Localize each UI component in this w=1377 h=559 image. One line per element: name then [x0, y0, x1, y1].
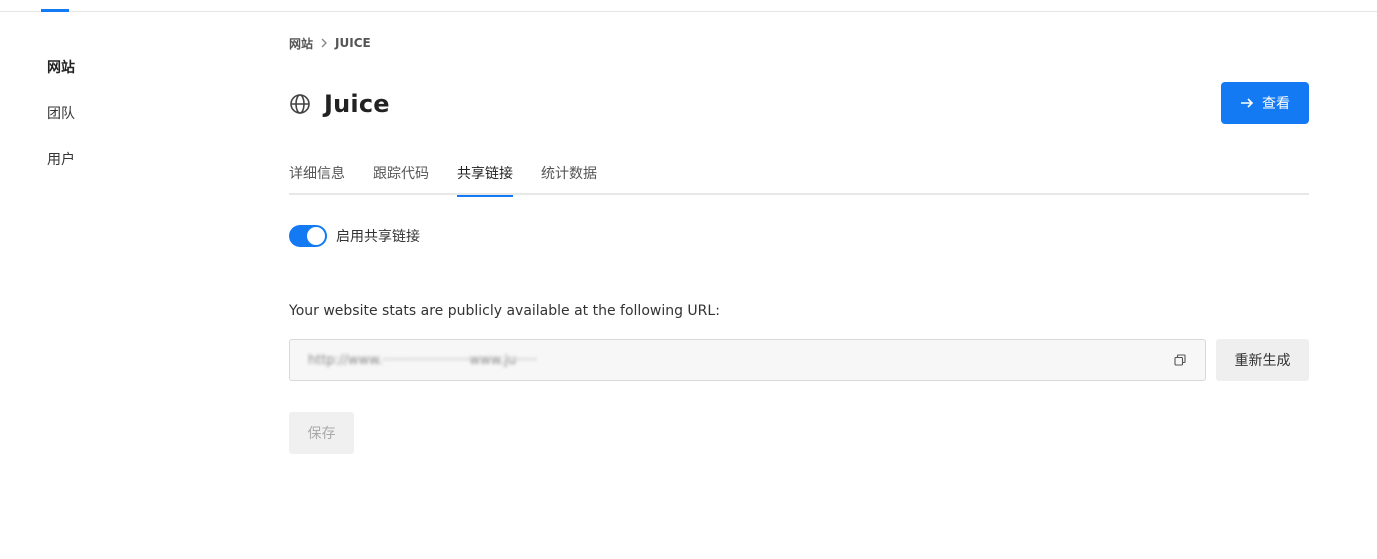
tab-details[interactable]: 详细信息 — [289, 160, 345, 195]
enable-share-label: 启用共享链接 — [336, 229, 420, 245]
page-header: Juice 查看 — [289, 82, 1309, 124]
settings-sidebar: 网站 团队 用户 — [47, 58, 227, 196]
top-nav-bar — [0, 0, 1377, 12]
sidebar-item-teams[interactable]: 团队 — [47, 104, 227, 124]
share-url-field[interactable]: http://www.·····················www.ju··… — [289, 339, 1206, 381]
arrow-right-icon — [1240, 97, 1254, 109]
enable-share-toggle[interactable] — [289, 225, 327, 247]
save-button[interactable]: 保存 — [289, 412, 354, 454]
globe-icon — [289, 93, 311, 115]
toggle-knob — [307, 227, 325, 245]
active-nav-indicator — [41, 9, 69, 12]
view-button[interactable]: 查看 — [1221, 82, 1309, 124]
copy-icon[interactable] — [1174, 354, 1186, 366]
breadcrumb: 网站 JUICE — [289, 35, 371, 51]
sidebar-item-websites[interactable]: 网站 — [47, 58, 227, 78]
regenerate-button[interactable]: 重新生成 — [1216, 339, 1309, 381]
tab-tracking-code[interactable]: 跟踪代码 — [373, 160, 429, 195]
chevron-right-icon — [320, 38, 328, 48]
tab-bar: 详细信息 跟踪代码 共享链接 统计数据 — [289, 160, 1309, 197]
share-url-description: Your website stats are publicly availabl… — [289, 303, 720, 319]
tab-data[interactable]: 统计数据 — [541, 160, 597, 195]
page-title: Juice — [324, 90, 390, 118]
tab-share-link[interactable]: 共享链接 — [457, 160, 513, 197]
sidebar-item-users[interactable]: 用户 — [47, 150, 227, 170]
view-button-label: 查看 — [1262, 96, 1290, 112]
share-url-value[interactable]: http://www.·····················www.ju··… — [308, 353, 798, 368]
breadcrumb-current: JUICE — [335, 36, 371, 50]
share-toggle-row: 启用共享链接 — [289, 224, 420, 248]
breadcrumb-root-link[interactable]: 网站 — [289, 35, 313, 52]
